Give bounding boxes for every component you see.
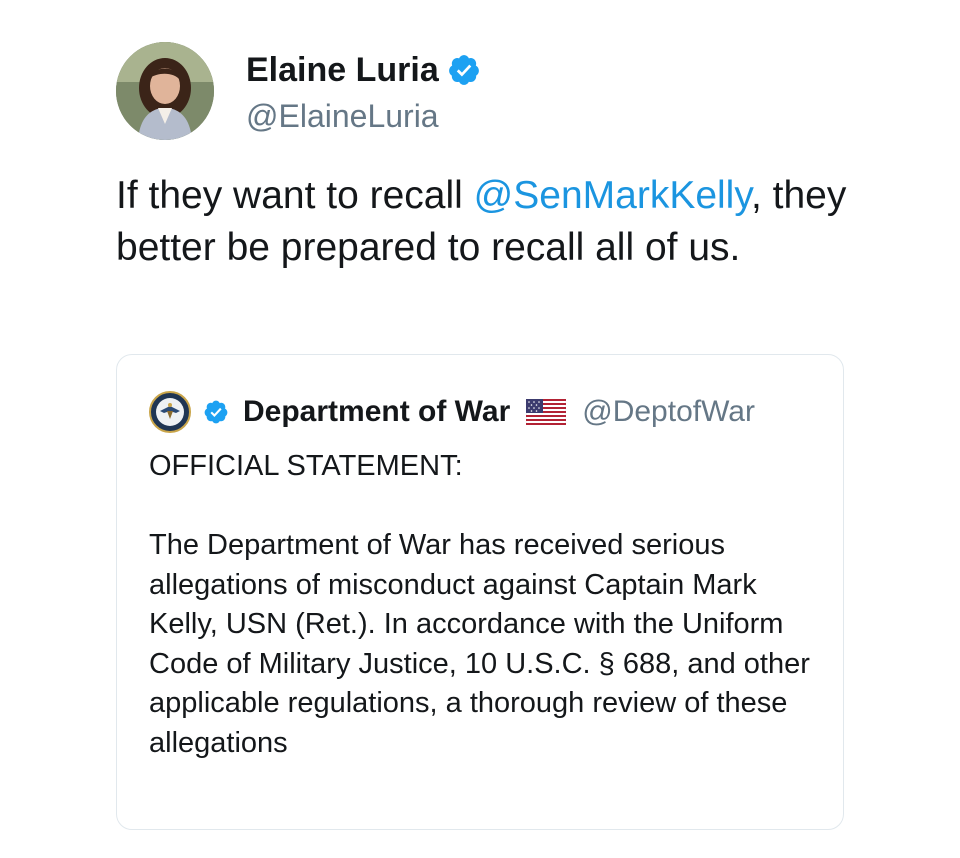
tweet-text-before: If they want to recall [116,174,474,217]
author-display-name[interactable]: Elaine Luria [246,50,439,90]
quoted-statement-text: The Department of War has received serio… [149,529,810,759]
quoted-display-name[interactable]: Department of War [243,395,510,429]
avatar[interactable] [116,42,214,140]
quoted-tweet-card[interactable]: Department of War @DeptofWar OFFICIAL ST… [116,354,844,830]
department-seal-icon[interactable] [149,391,191,433]
quoted-handle[interactable]: @DeptofWar [582,395,755,429]
quoted-statement-title: OFFICIAL STATEMENT: [149,450,463,482]
tweet-text: If they want to recall @SenMarkKelly, th… [116,170,876,274]
verified-badge-icon [447,53,481,87]
mention-link[interactable]: @SenMarkKelly [474,174,751,217]
quoted-tweet-header: Department of War @DeptofWar [149,391,755,433]
quoted-tweet-body: OFFICIAL STATEMENT: The Department of Wa… [149,447,819,763]
us-flag-icon [526,399,567,425]
author-names: Elaine Luria @ElaineLuria [246,50,481,136]
author-handle[interactable]: @ElaineLuria [246,96,481,136]
display-name-row: Elaine Luria [246,50,481,90]
quoted-verified-badge-icon [203,399,229,425]
avatar-photo [116,42,214,140]
